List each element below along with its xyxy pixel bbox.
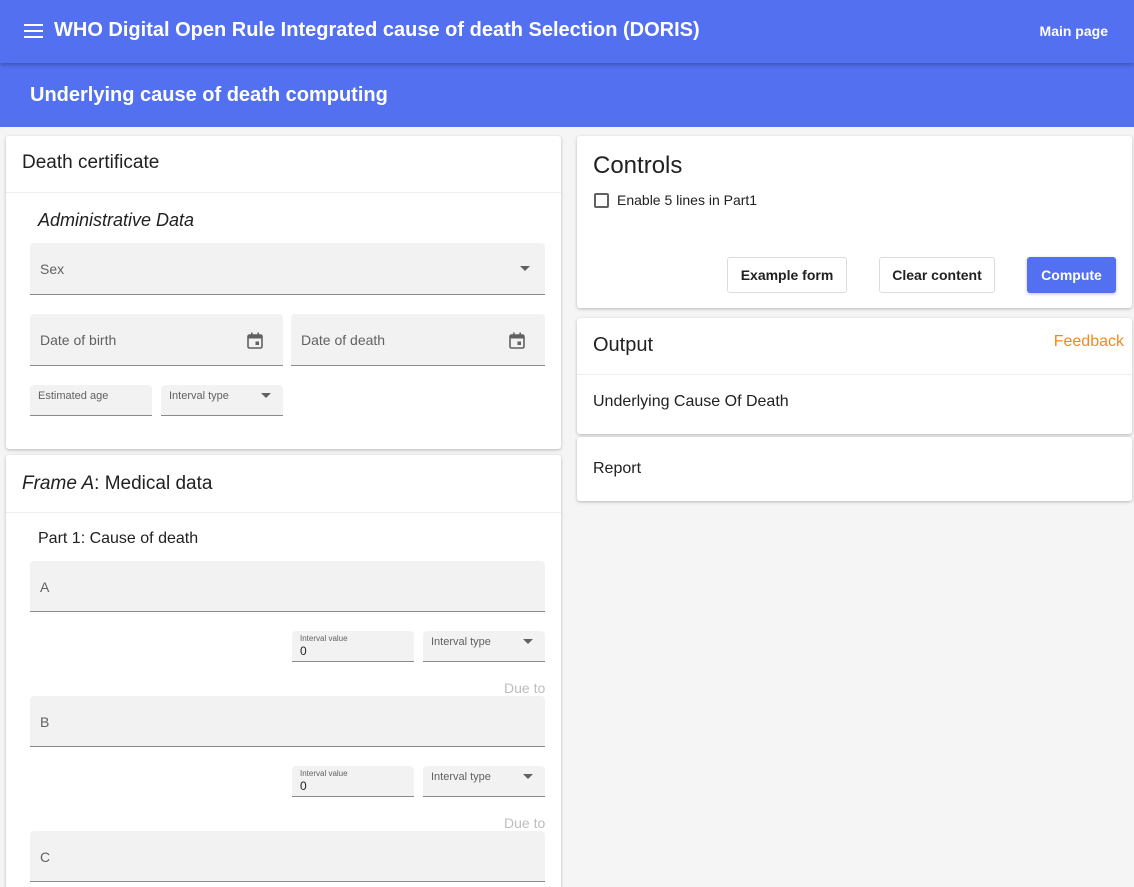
enable-5-lines-label[interactable]: Enable 5 lines in Part1	[617, 192, 757, 208]
line-a-label: A	[40, 579, 50, 595]
interval-value-field[interactable]: Interval value 0	[292, 631, 414, 662]
frame-a-header: Frame A: Medical data	[6, 455, 561, 513]
date-of-birth-field[interactable]: Date of birth	[30, 314, 283, 366]
line-c-label: C	[40, 849, 51, 865]
due-to-label: Due to	[504, 815, 546, 831]
sex-select[interactable]: Sex	[30, 243, 545, 295]
frame-a-title: Frame A: Medical data	[22, 473, 212, 495]
controls-title: Controls	[593, 152, 683, 179]
output-title: Output	[593, 334, 654, 356]
chevron-down-icon	[523, 639, 533, 644]
administrative-data-title: Administrative Data	[38, 210, 195, 230]
death-certificate-title: Death certificate	[22, 152, 160, 173]
sex-label: Sex	[40, 261, 65, 277]
chevron-down-icon	[523, 774, 533, 779]
interval-type-select[interactable]: Interval type	[423, 766, 545, 797]
underlying-cause-title: Underlying Cause Of Death	[593, 393, 789, 410]
estimated-age-field[interactable]: Estimated age	[30, 385, 152, 416]
output-header: Output Feedback	[577, 318, 1132, 375]
due-to-label: Due to	[504, 680, 546, 696]
report-card: Report	[577, 437, 1132, 501]
output-card: Output Feedback Underlying Cause Of Deat…	[577, 318, 1132, 434]
date-of-birth-label: Date of birth	[40, 332, 117, 348]
interval-value-label: Interval value	[300, 634, 348, 643]
interval-value: 0	[300, 644, 307, 658]
calendar-icon[interactable]	[509, 332, 525, 349]
frame-a-title-rest: : Medical data	[94, 473, 213, 494]
example-form-button[interactable]: Example form	[727, 257, 847, 293]
part1-title: Part 1: Cause of death	[38, 530, 199, 547]
app-title: WHO Digital Open Rule Integrated cause o…	[54, 19, 700, 41]
calendar-icon[interactable]	[247, 332, 263, 349]
interval-type-label: Interval type	[431, 771, 491, 783]
enable-5-lines-checkbox[interactable]	[594, 193, 609, 208]
report-title: Report	[593, 460, 642, 477]
cause-line-c-input[interactable]: C	[30, 831, 545, 882]
age-interval-type-select[interactable]: Interval type	[161, 385, 283, 416]
chevron-down-icon	[520, 266, 530, 271]
interval-type-label: Interval type	[431, 636, 491, 648]
death-certificate-header: Death certificate	[6, 136, 561, 193]
interval-type-label: Interval type	[169, 390, 229, 402]
page-header: Underlying cause of death computing	[0, 63, 1134, 127]
app-bar: WHO Digital Open Rule Integrated cause o…	[0, 0, 1134, 63]
feedback-link[interactable]: Feedback	[1054, 333, 1124, 351]
interval-value-field[interactable]: Interval value 0	[292, 766, 414, 797]
compute-button[interactable]: Compute	[1027, 257, 1116, 293]
frame-a-card: Frame A: Medical data Part 1: Cause of d…	[6, 455, 561, 887]
page-title: Underlying cause of death computing	[30, 84, 388, 106]
interval-type-select[interactable]: Interval type	[423, 631, 545, 662]
interval-value-label: Interval value	[300, 769, 348, 778]
menu-icon[interactable]	[24, 24, 43, 38]
estimated-age-label: Estimated age	[38, 390, 109, 402]
date-of-death-field[interactable]: Date of death	[291, 314, 545, 366]
line-b-label: B	[40, 714, 50, 730]
clear-content-button[interactable]: Clear content	[879, 257, 995, 293]
controls-card: Controls Enable 5 lines in Part1 Example…	[577, 136, 1132, 308]
death-certificate-card: Death certificate Administrative Data Se…	[6, 136, 561, 449]
chevron-down-icon	[261, 393, 271, 398]
date-of-death-label: Date of death	[301, 332, 386, 348]
main-page-link[interactable]: Main page	[1040, 23, 1108, 39]
cause-line-a-input[interactable]: A	[30, 561, 545, 612]
interval-value: 0	[300, 779, 307, 793]
cause-line-b-input[interactable]: B	[30, 696, 545, 747]
frame-a-title-italic: Frame A	[22, 473, 95, 494]
